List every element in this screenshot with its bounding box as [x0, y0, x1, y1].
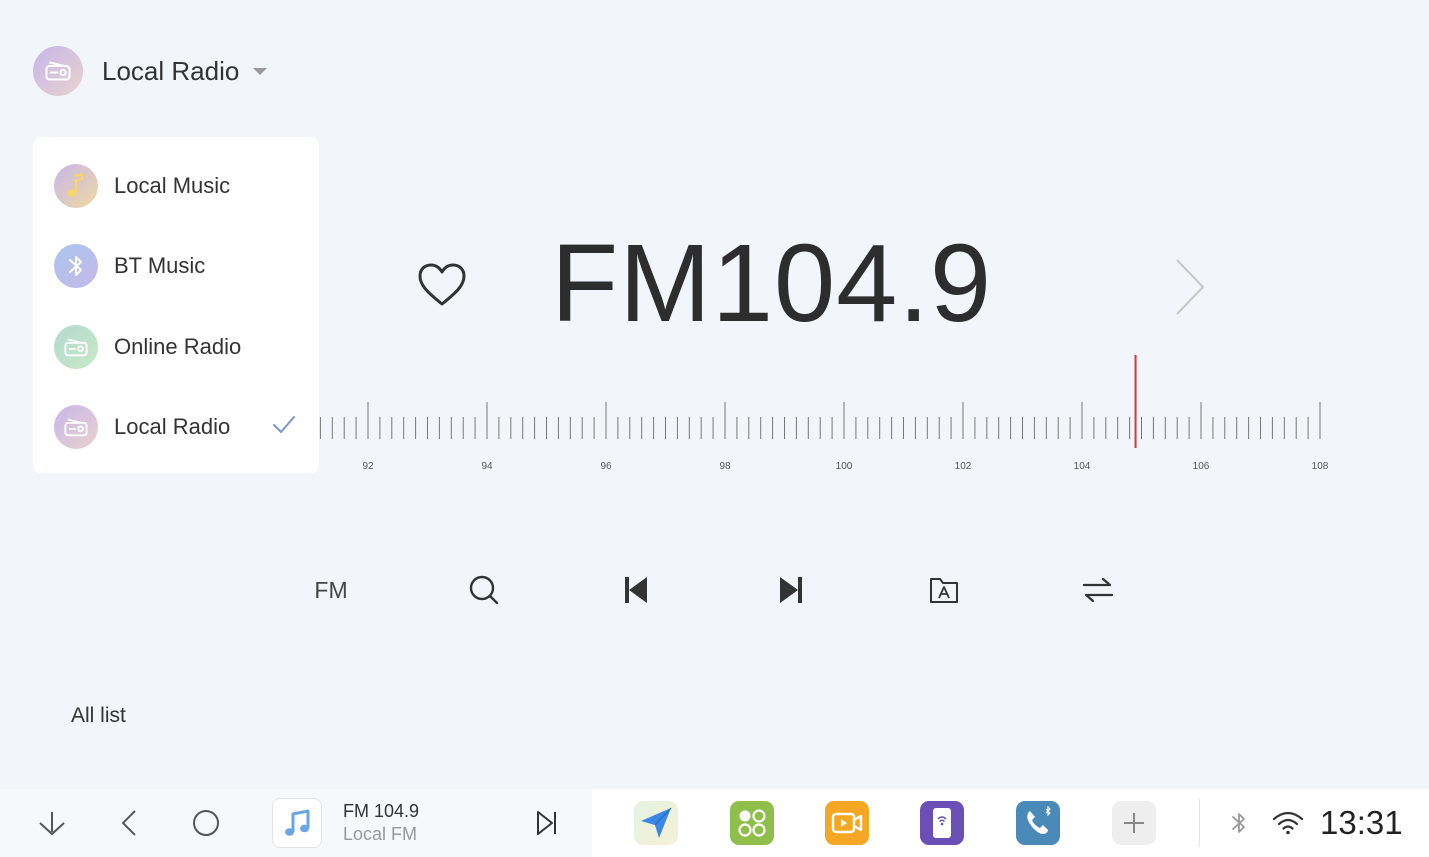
video-app[interactable]: [825, 801, 869, 845]
source-item-local-music[interactable]: Local Music: [54, 164, 304, 208]
music-note-icon: [54, 164, 98, 208]
phone-link-app[interactable]: [920, 801, 964, 845]
bluetooth-icon: [1232, 813, 1245, 833]
source-dropdown: Local Music BT Music Online Radio Local …: [33, 137, 319, 473]
phone-bluetooth-icon: [1027, 806, 1051, 834]
add-app-button[interactable]: [1112, 801, 1156, 845]
tuner-tick-label: 98: [719, 461, 731, 472]
tuner-tick-label: 96: [600, 461, 612, 472]
source-item-label: Local Music: [114, 173, 231, 198]
collapse-down-button[interactable]: [32, 803, 72, 843]
source-item-online-radio[interactable]: Online Radio: [54, 325, 304, 369]
chevron-left-icon: [121, 810, 136, 836]
band-button[interactable]: FM: [309, 568, 353, 612]
current-frequency: FM104.9: [551, 222, 993, 345]
tuner-tick-label: 108: [1312, 461, 1329, 472]
home-circle-icon: [193, 810, 219, 836]
bluetooth-icon: [54, 244, 98, 288]
app-grid-icon: [738, 809, 766, 837]
tuner-tick-label: 106: [1193, 461, 1210, 472]
source-title: Local Radio: [102, 55, 240, 86]
next-station-button[interactable]: [769, 568, 813, 612]
arrow-down-icon: [39, 812, 65, 836]
phone-link-icon: [933, 808, 951, 838]
caret-down-icon: [253, 67, 268, 75]
tuner-tick-label: 94: [481, 461, 493, 472]
taskbar-divider: [1199, 799, 1200, 847]
tuner-tick-label: 92: [362, 461, 374, 472]
now-playing-thumbnail[interactable]: [272, 798, 322, 848]
station-list-button[interactable]: [922, 568, 966, 612]
radio-icon: [54, 325, 98, 369]
music-note-icon: [285, 809, 310, 836]
band-label: FM: [314, 576, 348, 603]
tuner-ticks: 92 94 96 98 100 102 104 106 108: [319, 355, 1329, 472]
tuner-tick-label: 104: [1074, 461, 1091, 472]
skip-previous-icon: [625, 577, 647, 603]
swap-arrows-icon: [1082, 577, 1114, 603]
tuner-tick-label: 100: [836, 461, 853, 472]
skip-next-icon: [780, 577, 802, 603]
source-selector[interactable]: Local Radio: [33, 46, 268, 96]
source-item-bt-music[interactable]: BT Music: [54, 244, 304, 288]
search-button[interactable]: [462, 568, 506, 612]
phone-app[interactable]: [1016, 801, 1060, 845]
now-playing-subtitle: Local FM: [343, 824, 418, 844]
back-button[interactable]: [109, 803, 149, 843]
radio-icon: [33, 46, 83, 96]
wifi-status[interactable]: [1268, 803, 1308, 843]
source-item-label: BT Music: [114, 253, 206, 278]
folder-icon: [930, 578, 958, 603]
navigation-app[interactable]: [634, 801, 678, 845]
frequency-tuner-scale[interactable]: 92 94 96 98 100 102 104 106 108: [318, 350, 1348, 480]
next-track-button[interactable]: [527, 803, 567, 843]
apps-launcher[interactable]: [730, 801, 774, 845]
now-playing-title: FM 104.9: [343, 801, 420, 821]
all-list-label[interactable]: All list: [71, 704, 126, 728]
video-camera-icon: [831, 812, 863, 834]
tuner-tick-label: 102: [955, 461, 972, 472]
radio-icon: [54, 405, 98, 449]
source-item-local-radio[interactable]: Local Radio: [54, 405, 304, 449]
wifi-icon: [1272, 811, 1304, 835]
source-item-label: Local Radio: [114, 414, 231, 439]
clock: 13:31: [1320, 804, 1403, 841]
home-button[interactable]: [186, 803, 226, 843]
favorite-heart-icon[interactable]: [417, 262, 467, 313]
navigation-arrow-icon: [641, 807, 672, 838]
control-bar: FM: [0, 568, 1429, 612]
previous-station-button[interactable]: [614, 568, 658, 612]
now-playing-info[interactable]: FM 104.9 Local FM: [343, 800, 419, 846]
taskbar: FM 104.9 Local FM 13:31: [0, 789, 1429, 857]
skip-next-icon: [537, 811, 556, 835]
bluetooth-status[interactable]: [1219, 803, 1259, 843]
switch-button[interactable]: [1076, 568, 1120, 612]
source-item-label: Online Radio: [114, 334, 242, 359]
search-icon: [469, 575, 499, 605]
plus-icon: [1124, 813, 1144, 833]
checkmark-icon: [272, 415, 296, 440]
chevron-right-icon[interactable]: [1172, 258, 1206, 321]
